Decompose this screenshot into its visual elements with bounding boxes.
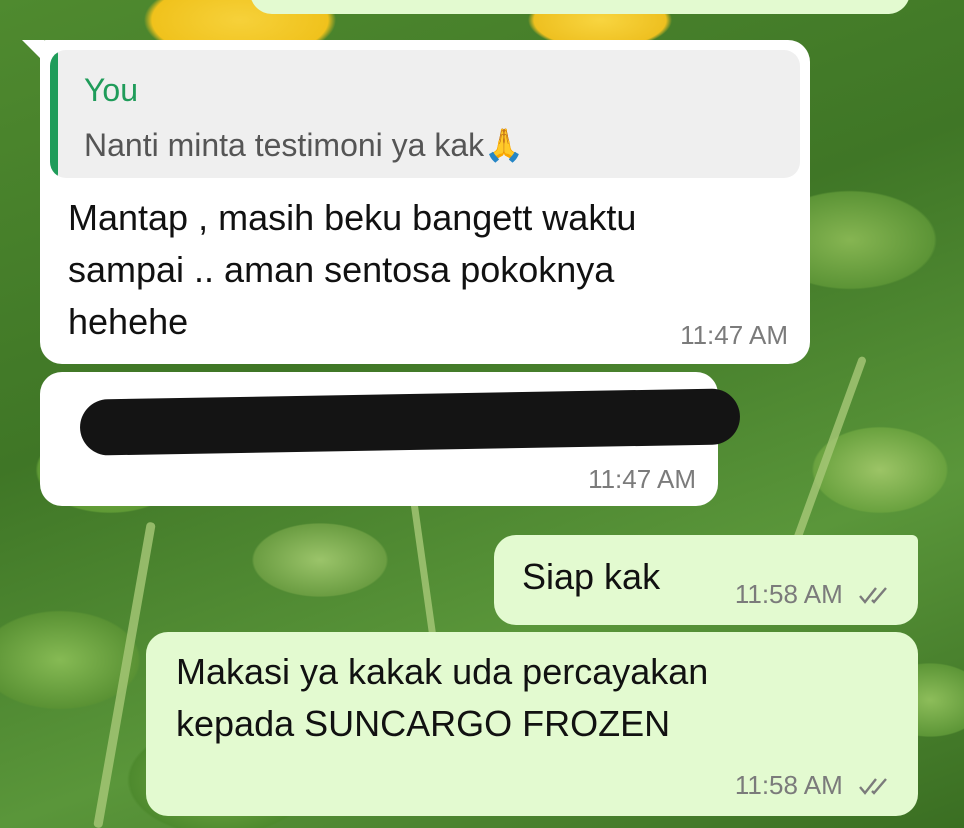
double-check-icon bbox=[858, 581, 892, 612]
previous-outgoing-bubble[interactable] bbox=[250, 0, 910, 14]
quoted-reply[interactable]: You Nanti minta testimoni ya kak🙏 bbox=[50, 50, 800, 178]
quote-author: You bbox=[84, 72, 138, 108]
quote-text: Nanti minta testimoni ya kak🙏 bbox=[84, 127, 524, 163]
incoming-message-bubble[interactable]: 11:47 AM bbox=[40, 372, 741, 506]
message-time: 11:47 AM bbox=[680, 320, 788, 350]
wallpaper-stem bbox=[410, 500, 437, 640]
message-line: sampai .. aman sentosa pokoknya bbox=[68, 249, 615, 290]
message-time: 11:47 AM bbox=[588, 464, 696, 494]
outgoing-message-bubble[interactable]: Makasi ya kakak uda percayakan kepada SU… bbox=[146, 632, 918, 816]
message-line: hehehe bbox=[68, 301, 189, 342]
message-time: 11:58 AM bbox=[734, 770, 843, 800]
redaction-mark bbox=[79, 388, 741, 456]
double-check-icon bbox=[858, 772, 892, 803]
message-text: Siap kak bbox=[522, 556, 661, 597]
message-text: Makasi ya kakak uda percayakan kepada SU… bbox=[176, 646, 708, 750]
bubble-tail bbox=[22, 40, 44, 62]
incoming-message-bubble[interactable]: You Nanti minta testimoni ya kak🙏 Mantap… bbox=[40, 40, 810, 364]
message-meta: 11:58 AM bbox=[735, 770, 892, 803]
message-text: Mantap , masih beku bangett waktu sampai… bbox=[68, 192, 636, 348]
message-meta: 11:58 AM bbox=[735, 579, 892, 612]
message-time: 11:58 AM bbox=[734, 579, 843, 609]
quote-accent-bar bbox=[50, 50, 58, 178]
message-line: Makasi ya kakak uda percayakan bbox=[176, 651, 709, 692]
message-line: Mantap , masih beku bangett waktu bbox=[68, 197, 637, 238]
message-line: kepada SUNCARGO FROZEN bbox=[176, 703, 671, 744]
outgoing-message-bubble[interactable]: Siap kak 11:58 AM bbox=[494, 535, 918, 625]
